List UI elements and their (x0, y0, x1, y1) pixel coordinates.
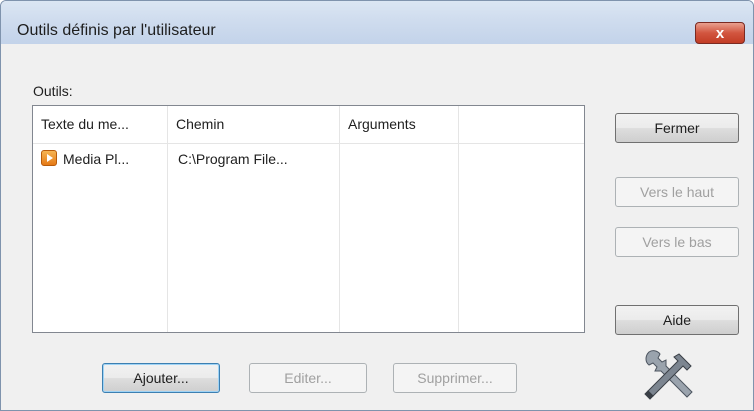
fermer-button[interactable]: Fermer (615, 113, 739, 143)
vers-le-bas-button[interactable]: Vers le bas (615, 227, 739, 257)
aide-button[interactable]: Aide (615, 305, 739, 335)
close-button[interactable]: x (695, 22, 745, 44)
list-header: Texte du me... Chemin Arguments (33, 106, 584, 144)
row-path: C:\Program File... (178, 151, 288, 167)
table-row[interactable]: Media Pl... C:\Program File... (33, 144, 584, 174)
supprimer-button[interactable]: Supprimer... (393, 363, 517, 393)
column-header-path[interactable]: Chemin (168, 106, 340, 143)
ajouter-button[interactable]: Aj outer... (102, 363, 220, 393)
accelerator-key: j (142, 370, 146, 386)
editer-button[interactable]: Editer... (249, 363, 367, 393)
outils-label: Outils: (33, 83, 73, 99)
media-player-icon (41, 150, 57, 166)
column-header-text[interactable]: Texte du me... (33, 106, 168, 143)
tools-listview[interactable]: Texte du me... Chemin Arguments Media Pl… (32, 105, 585, 333)
window-title: Outils définis par l'utilisateur (17, 22, 216, 39)
dialog-window: Outils définis par l'utilisateur x Outil… (0, 0, 754, 411)
hammer-wrench-icon (644, 350, 693, 400)
title-bar: Outils définis par l'utilisateur x (1, 1, 753, 44)
row-text: Media Pl... (63, 151, 130, 167)
column-header-arguments[interactable]: Arguments (340, 106, 459, 143)
vers-le-haut-button[interactable]: Vers le haut (615, 177, 739, 207)
close-icon: x (715, 24, 725, 42)
